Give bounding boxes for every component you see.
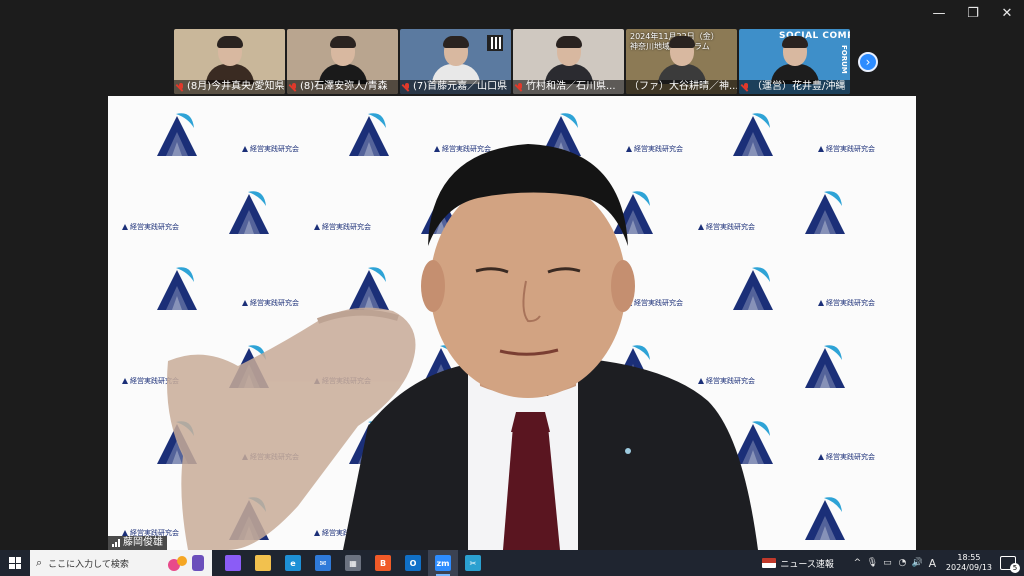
- qr-code-icon: [487, 35, 503, 51]
- participant-name-label: (7)首藤元嘉／山口県: [400, 80, 511, 94]
- clock-date: 2024/09/13: [945, 563, 992, 572]
- participant-name: （運営）花井豊/沖縄: [752, 81, 846, 92]
- participant-video: [770, 36, 819, 84]
- participant-tile[interactable]: (8月)今井真央/愛知県: [174, 29, 285, 94]
- participant-tile[interactable]: (7)首藤元嘉／山口県: [400, 29, 511, 94]
- participant-video: [205, 36, 254, 84]
- news-widget[interactable]: ニュース速報: [762, 557, 834, 570]
- mail-icon: ✉: [315, 555, 331, 571]
- windows-taskbar: ⌕ ここに入力して検索 e ✉ ▦ B Ozm ✂ ニュース速報 ^ 🎙 ▭ ◔ 🔊 A …: [0, 550, 1024, 576]
- outlook-icon: O: [405, 555, 421, 571]
- muted-mic-icon: [742, 82, 750, 92]
- taskbar-apps: e ✉ ▦ B Ozm ✂: [218, 550, 488, 576]
- muted-mic-icon: [177, 82, 185, 92]
- gallery-strip: (8月)今井真央/愛知県 (8)石澤安弥人/青森 (7)首藤元嘉／山口県 竹村和…: [174, 29, 850, 94]
- copilot-icon: [225, 555, 241, 571]
- search-highlight-illustration-icon: [168, 555, 204, 571]
- edge-icon: e: [285, 555, 301, 571]
- participant-tile[interactable]: (8)石澤安弥人/青森: [287, 29, 398, 94]
- microphone-icon[interactable]: 🎙: [865, 558, 880, 568]
- participant-name: 竹村和浩／石川県...: [526, 81, 616, 92]
- taskbar-app[interactable]: O: [398, 550, 428, 576]
- muted-mic-icon: [403, 82, 411, 92]
- brave-icon: B: [375, 555, 391, 571]
- taskbar-app[interactable]: B: [368, 550, 398, 576]
- participant-video: [544, 36, 593, 84]
- volume-icon[interactable]: 🔊: [910, 558, 925, 568]
- participant-tile[interactable]: SOCIAL COMPANYFORUM （運営）花井豊/沖縄: [739, 29, 850, 94]
- participant-name-label: 竹村和浩／石川県...: [513, 80, 624, 94]
- participant-name-label: （運営）花井豊/沖縄: [739, 80, 850, 94]
- active-speaker-video[interactable]: 経営実践研究会 経営実践研究会 経営実践研究会 経営実践研究会経営実践研究会: [108, 96, 916, 550]
- minimize-button[interactable]: —: [922, 0, 956, 26]
- participant-name-label: （ファ）大谷耕晴／神...: [626, 80, 737, 94]
- taskbar-app[interactable]: ✂: [458, 550, 488, 576]
- chevron-up-icon[interactable]: ^: [850, 558, 865, 568]
- participant-video: [318, 36, 367, 84]
- muted-mic-icon: [290, 82, 298, 92]
- system-tray: ニュース速報 ^ 🎙 ▭ ◔ 🔊 A 18:55 2024/09/13 5: [762, 550, 1024, 576]
- search-placeholder: ここに入力して検索: [48, 559, 129, 570]
- taskbar-app[interactable]: zm: [428, 550, 458, 576]
- zoom-icon: zm: [435, 555, 451, 571]
- restore-button[interactable]: ❐: [956, 0, 990, 26]
- participant-video: [431, 36, 480, 84]
- participant-name: (8)石澤安弥人/青森: [300, 81, 388, 92]
- file-explorer-icon: [255, 555, 271, 571]
- calculator-icon: ▦: [345, 555, 361, 571]
- windows-logo-icon: [9, 557, 21, 569]
- news-icon: [762, 558, 777, 568]
- taskbar-app[interactable]: [248, 550, 278, 576]
- taskbar-search-box[interactable]: ⌕ ここに入力して検索: [30, 550, 212, 576]
- clock[interactable]: 18:55 2024/09/13: [946, 553, 992, 573]
- taskbar-app[interactable]: e: [278, 550, 308, 576]
- taskbar-app[interactable]: ✉: [308, 550, 338, 576]
- speaker-name-label: 藤岡俊雄: [108, 536, 167, 550]
- participant-name-label: (8月)今井真央/愛知県: [174, 80, 285, 94]
- network-icon[interactable]: ▭: [880, 558, 895, 568]
- start-button[interactable]: [0, 550, 30, 576]
- participant-name: (8月)今井真央/愛知県: [187, 81, 285, 92]
- speaker-figure: [167, 144, 758, 550]
- participant-name-label: (8)石澤安弥人/青森: [287, 80, 398, 94]
- participant-tile[interactable]: 竹村和浩／石川県...: [513, 29, 624, 94]
- ime-indicator[interactable]: A: [925, 557, 940, 570]
- close-button[interactable]: ✕: [990, 0, 1024, 26]
- audio-level-icon: [112, 539, 120, 547]
- taskbar-app[interactable]: [218, 550, 248, 576]
- tile-overlay-side: FORUM: [840, 45, 848, 74]
- window-controls: — ❐ ✕: [922, 0, 1024, 26]
- participant-tile[interactable]: 2024年11月22日（金）神奈川地域フォーラム （ファ）大谷耕晴／神...: [626, 29, 737, 94]
- gallery-next-button[interactable]: ›: [858, 52, 878, 72]
- participant-name: (7)首藤元嘉／山口県: [413, 81, 508, 92]
- zoom-meeting-window: — ❐ ✕ (8月)今井真央/愛知県 (8)石澤安弥人/青森 (7)首藤元嘉／山…: [0, 0, 1024, 576]
- speaker-name: 藤岡俊雄: [123, 537, 163, 548]
- taskbar-app[interactable]: ▦: [338, 550, 368, 576]
- notification-center-icon[interactable]: 5: [1000, 556, 1020, 573]
- clock-time: 18:55: [957, 553, 981, 562]
- news-label: ニュース速報: [780, 559, 834, 570]
- search-icon: ⌕: [36, 556, 43, 569]
- participant-name: （ファ）大谷耕晴／神...: [629, 81, 737, 92]
- participant-video: [657, 36, 706, 84]
- wifi-icon[interactable]: ◔: [895, 558, 910, 568]
- notification-count: 5: [1010, 563, 1020, 573]
- snipping-tool-icon: ✂: [465, 555, 481, 571]
- muted-mic-icon: [516, 82, 524, 92]
